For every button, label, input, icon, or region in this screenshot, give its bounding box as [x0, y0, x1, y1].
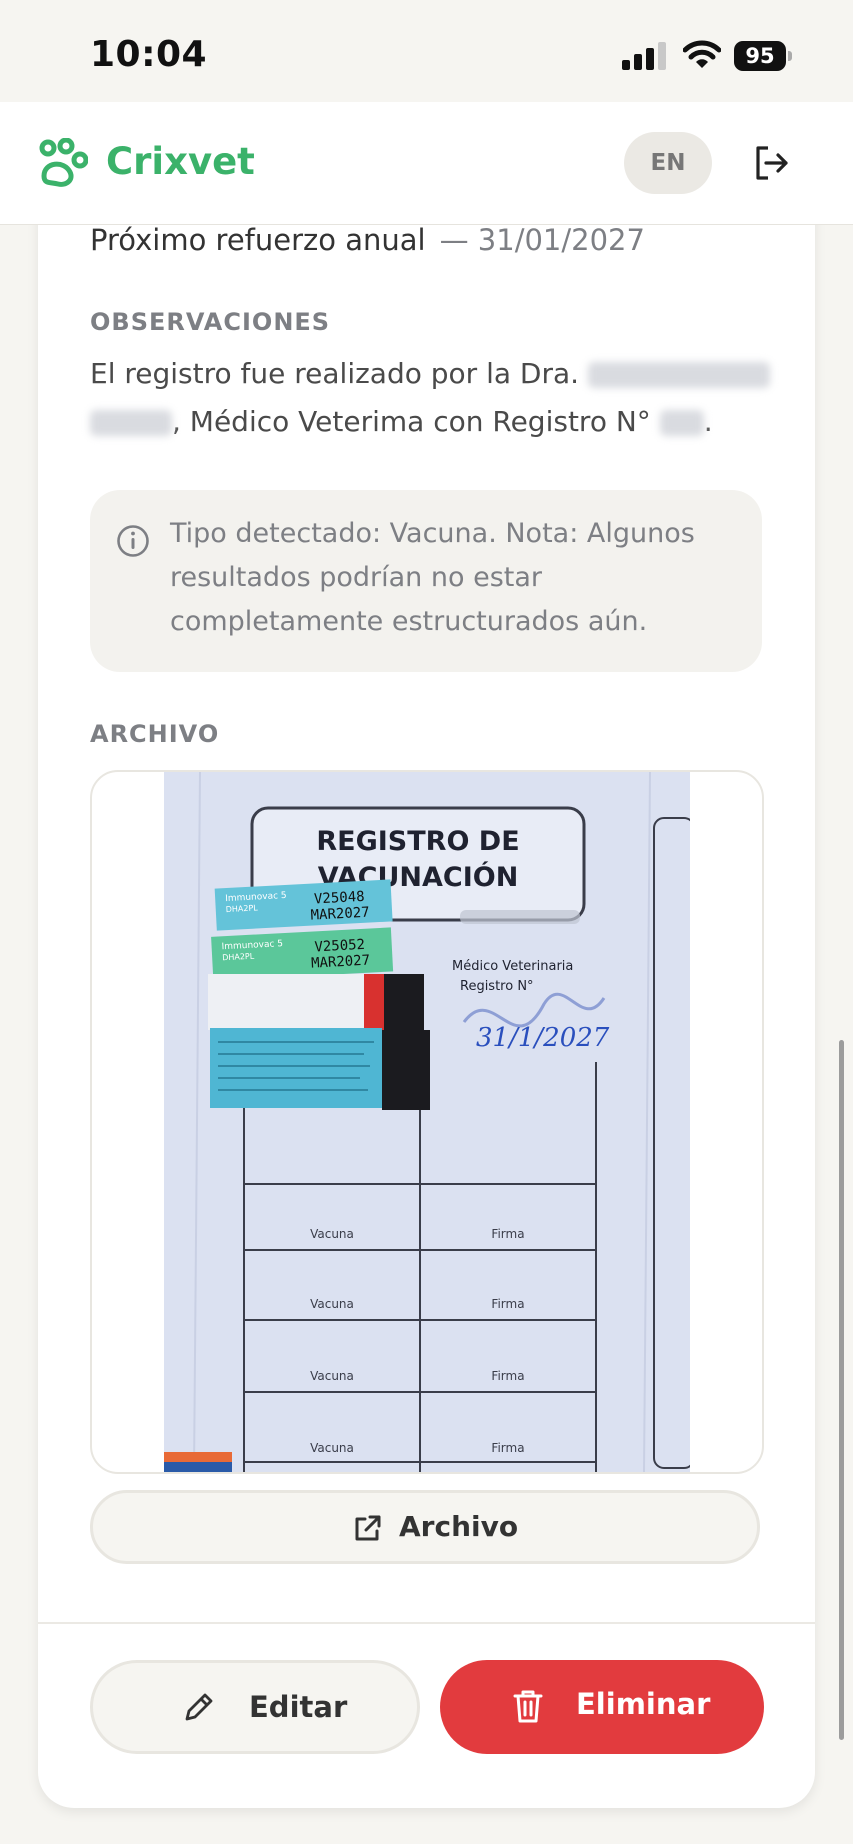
open-file-label: Archivo [399, 1510, 519, 1543]
sticker2-type: DHA2PL [222, 952, 255, 963]
info-note-text: Tipo detectado: Vacuna. Nota: Algunos re… [170, 518, 695, 637]
redacted-surname: x [90, 410, 172, 436]
redacted-registry: x [659, 410, 704, 436]
brand-name: Crixvet [106, 140, 255, 183]
paw-logo-icon [39, 138, 88, 187]
booster-label: Próximo refuerzo anual [90, 223, 426, 257]
doc-col-vaccine: Vacuna [310, 1227, 354, 1241]
file-preview[interactable]: REGISTRO DE VACUNACIÓN Vacuna Firma Vacu… [90, 770, 764, 1474]
doc-col-signature: Firma [491, 1441, 524, 1455]
doc-col-vaccine: Vacuna [310, 1441, 354, 1455]
signal-icon [622, 42, 666, 70]
status-time: 10:04 [90, 34, 208, 75]
doc-title-line1: REGISTRO DE [316, 826, 519, 857]
language-button[interactable]: EN [624, 132, 712, 194]
observations-part2: , Médico Veterima con Registro N° [172, 405, 651, 438]
wifi-icon [683, 40, 721, 68]
doc-vet-title: Médico Veterinaria [452, 959, 573, 974]
file-heading: ARCHIVO [90, 720, 220, 748]
doc-handwritten-date: 31/1/2027 [476, 1023, 610, 1053]
edit-button[interactable]: Editar [90, 1660, 420, 1754]
record-card: Próximo refuerzo anual — 31/01/2027 OBSER… [38, 150, 815, 1808]
booster-date: — 31/01/2027 [439, 223, 645, 257]
redacted-name: x [587, 362, 770, 388]
info-icon [117, 525, 149, 557]
battery-level: 95 [734, 41, 786, 71]
edit-label: Editar [249, 1690, 348, 1724]
doc-registry: Registro N° [460, 979, 534, 994]
status-bar: 10:04 95 [0, 0, 853, 102]
doc-col-signature: Firma [491, 1227, 524, 1241]
pencil-icon [185, 1693, 213, 1721]
delete-button[interactable]: Eliminar [440, 1660, 764, 1754]
observations-text: El registro fue realizado por la Dra. x … [90, 350, 770, 446]
logout-icon[interactable] [752, 144, 790, 182]
open-file-button[interactable]: Archivo [90, 1490, 760, 1564]
observations-end: . [703, 405, 713, 438]
sticker1-type: DHA2PL [226, 903, 259, 914]
app-header: Crixvet EN [0, 102, 853, 225]
observations-part1: El registro fue realizado por la Dra. [90, 357, 580, 390]
delete-label: Eliminar [576, 1687, 711, 1721]
doc-col-vaccine: Vacuna [310, 1369, 354, 1383]
doc-col-signature: Firma [491, 1297, 524, 1311]
observations-heading: OBSERVACIONES [90, 308, 331, 336]
divider [38, 1622, 815, 1624]
doc-col-vaccine: Vacuna [310, 1297, 354, 1311]
vaccination-record-photo: REGISTRO DE VACUNACIÓN Vacuna Firma Vacu… [164, 772, 695, 1472]
booster-row: Próximo refuerzo anual — 31/01/2027 [90, 223, 645, 257]
document-drawing: REGISTRO DE VACUNACIÓN Vacuna Firma Vacu… [164, 772, 695, 1472]
trash-icon [513, 1690, 543, 1723]
scrollbar[interactable] [839, 1040, 844, 1740]
sticker1-exp: MAR2027 [310, 905, 370, 924]
external-link-icon [355, 1515, 381, 1541]
info-notice: Tipo detectado: Vacuna. Nota: Algunos re… [90, 490, 762, 672]
doc-col-signature: Firma [491, 1369, 524, 1383]
battery-icon: 95 [734, 41, 792, 71]
sticker2-exp: MAR2027 [311, 953, 371, 972]
